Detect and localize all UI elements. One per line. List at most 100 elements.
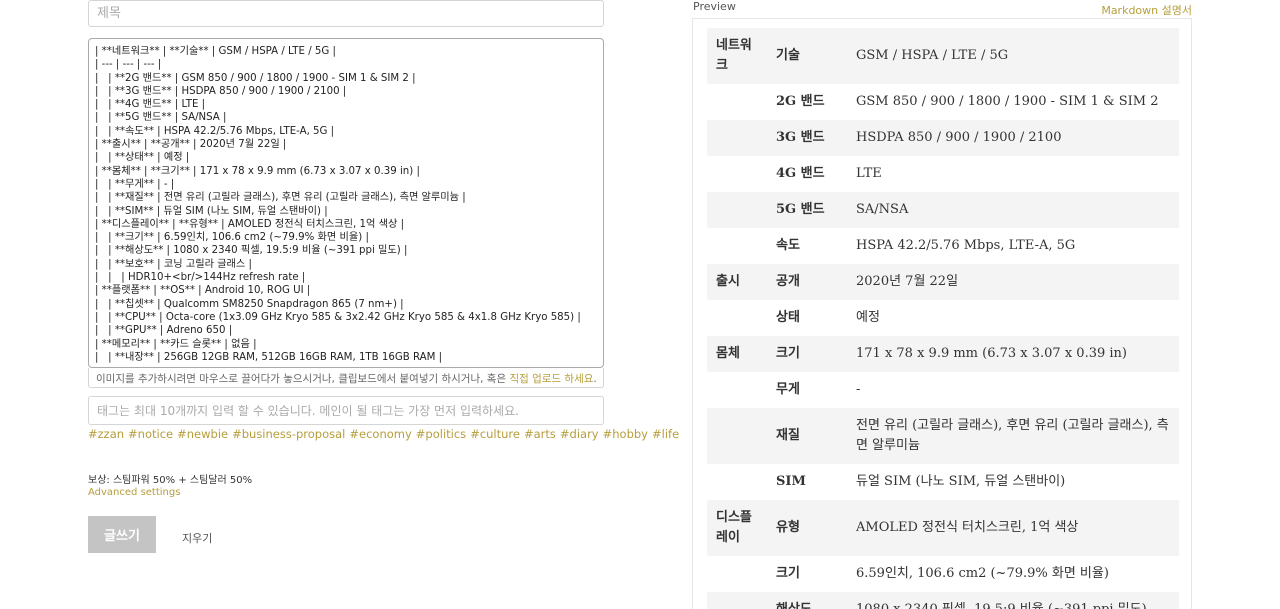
spec-value-cell: 1080 x 2340 픽셀, 19.5:9 비율 (~391 ppi 밀도): [847, 592, 1179, 609]
table-row: 네트워크 기술 GSM / HSPA / LTE / 5G: [707, 28, 1179, 84]
spec-value-cell: 2020년 7월 22일: [847, 264, 1179, 300]
spec-name-cell: 크기: [776, 566, 800, 581]
editor-line: | **플랫폼** | **OS** | Android 10, ROG UI …: [95, 285, 311, 297]
section-cell: 출시: [707, 264, 767, 300]
upload-hint-end: .: [593, 373, 597, 385]
editor-line: | | **2G 밴드** | GSM 850 / 900 / 1800 / 1…: [95, 72, 416, 84]
editor-line: | **메모리** | **카드 슬롯** | 없음 |: [95, 338, 257, 350]
spec-name-cell: 크기: [767, 336, 847, 372]
editor-line: | | **SIM** | 듀얼 SIM (나노 SIM, 듀얼 스탠바이) |: [95, 205, 328, 217]
table-row: 해상도1080 x 2340 픽셀, 19.5:9 비율 (~391 ppi 밀…: [707, 592, 1179, 609]
spec-name-cell: 상태: [776, 310, 800, 325]
editor-line: | --- | --- | --- |: [95, 59, 162, 71]
table-row: 3G 밴드 HSDPA 850 / 900 / 1900 / 2100: [707, 120, 1179, 156]
editor-line: | | **5G 밴드** | SA/NSA |: [95, 112, 227, 124]
editor-line: | | **칩셋** | Qualcomm SM8250 Snapdragon …: [95, 298, 404, 310]
spec-value-cell: GSM / HSPA / LTE / 5G: [847, 28, 1179, 84]
section-cell: [707, 156, 767, 192]
editor-line: | | **해상도** | 1080 x 2340 픽셀, 19.5:9 비율 …: [95, 245, 408, 257]
markdown-editor[interactable]: | **네트워크** | **기술** | GSM / HSPA / LTE /…: [88, 38, 604, 368]
spec-name-cell: 속도: [776, 238, 800, 253]
table-row: 4G 밴드 LTE: [707, 156, 1179, 192]
advanced-settings-link[interactable]: Advanced settings: [88, 487, 180, 498]
spec-name-cell: 해상도: [767, 592, 847, 609]
spec-name-cell: 5G 밴드: [767, 192, 847, 228]
section-cell: [707, 300, 767, 336]
upload-hint: 이미지를 추가하시려면 마우스로 끌어다가 놓으시거나, 클립보드에서 붙여넣기…: [88, 368, 604, 388]
section-cell: [707, 408, 767, 464]
spec-name-cell: 3G 밴드: [767, 120, 847, 156]
editor-line: | | **보호** | 코닝 고릴라 글래스 |: [95, 258, 252, 270]
section-cell: [707, 84, 767, 120]
editor-line: | **네트워크** | **기술** | GSM / HSPA / LTE /…: [95, 46, 336, 57]
tag-link[interactable]: #business-proposal: [232, 427, 345, 441]
table-row: 2G 밴드 GSM 850 / 900 / 1800 / 1900 - SIM 1…: [707, 84, 1179, 120]
spec-value-cell: 전면 유리 (고릴라 글래스), 후면 유리 (고릴라 글래스), 측면 알루미…: [847, 408, 1179, 464]
spec-value-cell: HSPA 42.2/5.76 Mbps, LTE-A, 5G: [856, 238, 1076, 253]
post-button[interactable]: 글쓰기: [88, 516, 156, 553]
clear-button[interactable]: 지우기: [182, 530, 212, 546]
tag-link[interactable]: #notice: [128, 427, 173, 441]
spec-name-cell: 무게: [776, 382, 800, 397]
table-row: 디스플레이 유형 AMOLED 정전식 터치스크린, 1억 색상: [707, 500, 1179, 556]
preview-label: Preview: [693, 0, 736, 13]
spec-value-cell: 듀얼 SIM (나노 SIM, 듀얼 스탠바이): [856, 474, 1066, 489]
reward-setting: 보상: 스팀파워 50% + 스팀달러 50%: [88, 475, 253, 486]
spec-name-cell: SIM: [776, 474, 806, 489]
tag-link[interactable]: #hobby: [603, 427, 648, 441]
tag-link[interactable]: #life: [652, 427, 679, 441]
spec-value-cell: AMOLED 정전식 터치스크린, 1억 색상: [847, 500, 1179, 556]
tag-link[interactable]: #zzan: [88, 427, 124, 441]
tag-link[interactable]: #economy: [349, 427, 411, 441]
editor-line: | | **내장** | 256GB 12GB RAM, 512GB 16GB …: [95, 351, 443, 363]
table-row: 5G 밴드 SA/NSA: [707, 192, 1179, 228]
spec-table: 네트워크 기술 GSM / HSPA / LTE / 5G 2G 밴드 GSM 850 …: [707, 28, 1179, 609]
editor-line: | **디스플레이** | **유형** | AMOLED 정전식 터치스크린,…: [95, 218, 405, 230]
table-row: 상태 예정: [707, 300, 1179, 336]
editor-line: | | **속도** | HSPA 42.2/5.76 Mbps, LTE-A,…: [95, 125, 335, 137]
spec-value-cell: HSDPA 850 / 900 / 1900 / 2100: [847, 120, 1179, 156]
editor-line: | **몸체** | **크기** | 171 x 78 x 9.9 mm (6…: [95, 165, 420, 177]
section-cell: [707, 192, 767, 228]
table-row: SIM 듀얼 SIM (나노 SIM, 듀얼 스탠바이): [707, 464, 1179, 500]
spec-value-cell: 예정: [856, 310, 880, 325]
editor-line: | | | HDR10+<br/>144Hz refresh rate |: [95, 272, 306, 284]
table-row: 무게 -: [707, 372, 1179, 408]
upload-link[interactable]: 직접 업로드 하세요: [509, 373, 593, 385]
upload-hint-text: 이미지를 추가하시려면 마우스로 끌어다가 놓으시거나, 클립보드에서 붙여넣기…: [96, 373, 510, 385]
section-cell: [707, 372, 767, 408]
table-row: 출시 공개 2020년 7월 22일: [707, 264, 1179, 300]
tags-input[interactable]: [88, 396, 604, 425]
spec-name-cell: 재질: [767, 408, 847, 464]
tag-link[interactable]: #arts: [524, 427, 556, 441]
tag-link[interactable]: #newbie: [177, 427, 228, 441]
spec-value-cell: 6.59인치, 106.6 cm2 (~79.9% 화면 비율): [856, 566, 1109, 581]
preview-pane: 네트워크 기술 GSM / HSPA / LTE / 5G 2G 밴드 GSM 850 …: [692, 18, 1192, 609]
section-cell: 디스플레이: [707, 500, 767, 556]
tag-link[interactable]: #culture: [470, 427, 520, 441]
spec-name-cell: 기술: [767, 28, 847, 84]
spec-value-cell: SA/NSA: [847, 192, 1179, 228]
table-row: 크기 6.59인치, 106.6 cm2 (~79.9% 화면 비율): [707, 556, 1179, 592]
spec-value-cell: -: [856, 382, 861, 397]
editor-line: | | **CPU** | Octa-core (1x3.09 GHz Kryo…: [95, 311, 581, 323]
tag-link[interactable]: #diary: [560, 427, 599, 441]
section-cell: [707, 464, 767, 500]
tag-list: #zzan #notice #newbie #business-proposal #ec…: [88, 427, 683, 443]
editor-line: | | **상태** | 예정 |: [95, 152, 190, 164]
tag-link[interactable]: #politics: [416, 427, 466, 441]
spec-name-cell: 2G 밴드: [776, 94, 825, 109]
table-row: 몸체 크기 171 x 78 x 9.9 mm (6.73 x 3.07 x 0.3…: [707, 336, 1179, 372]
section-cell: [707, 556, 767, 592]
spec-name-cell: 4G 밴드: [776, 166, 825, 181]
spec-name-cell: 유형: [767, 500, 847, 556]
title-input[interactable]: [88, 0, 604, 27]
section-cell: 네트워크: [707, 28, 767, 84]
section-cell: 몸체: [707, 336, 767, 372]
spec-value-cell: GSM 850 / 900 / 1800 / 1900 - SIM 1 & SI…: [856, 94, 1159, 109]
markdown-help-link[interactable]: Markdown 설명서: [1101, 2, 1192, 18]
table-row: 재질 전면 유리 (고릴라 글래스), 후면 유리 (고릴라 글래스), 측면 알…: [707, 408, 1179, 464]
spec-value-cell: 171 x 78 x 9.9 mm (6.73 x 3.07 x 0.39 in…: [847, 336, 1179, 372]
editor-line: | **출시** | **공개** | 2020년 7월 22일 |: [95, 139, 287, 151]
editor-line: | | **GPU** | Adreno 650 |: [95, 325, 233, 337]
